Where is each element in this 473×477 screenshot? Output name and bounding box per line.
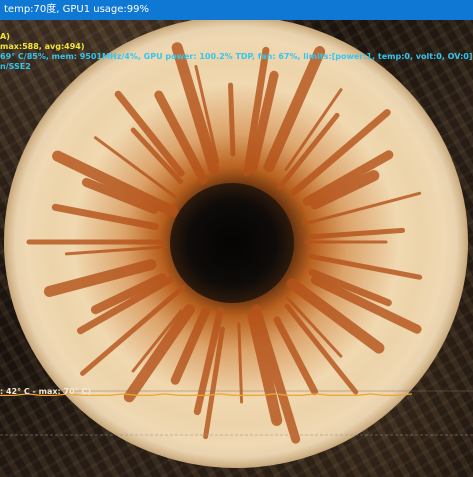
osd-line-4: n/SSE2 <box>0 62 31 71</box>
graph-label: : 42° C - max: 70° C) <box>0 387 91 396</box>
app-window: temp:70度, GPU1 usage:99% A) max:588, avg… <box>0 0 473 477</box>
window-title: temp:70度, GPU1 usage:99% <box>4 4 150 15</box>
osd-line-1: A) <box>0 32 10 41</box>
render-viewport[interactable]: A) max:588, avg:494) 69° C/85%, mem: 950… <box>0 20 473 477</box>
window-title-bar[interactable]: temp:70度, GPU1 usage:99% <box>0 0 473 20</box>
osd-line-3: 69° C/85%, mem: 9501MHz/4%, GPU power: 1… <box>0 52 473 61</box>
osd-line-2: max:588, avg:494) <box>0 42 85 51</box>
temperature-graph <box>0 390 473 436</box>
